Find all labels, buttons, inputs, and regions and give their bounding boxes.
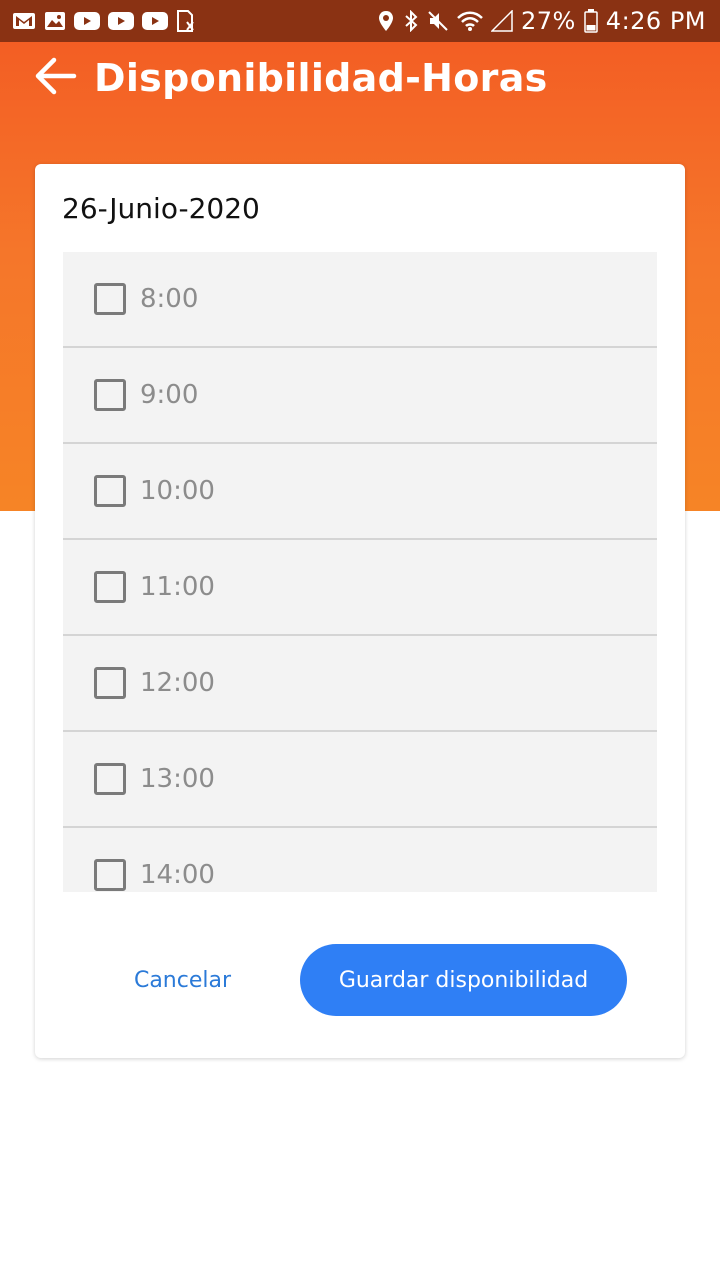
arrow-left-icon [34,56,78,100]
location-icon [377,10,395,32]
battery-icon [584,9,598,33]
time-slot-10-00[interactable]: 10:00 [63,444,657,540]
bluetooth-icon [403,10,419,32]
signal-icon [490,10,513,32]
gmail-icon [12,11,36,31]
mute-icon [427,10,449,32]
youtube-icon [74,11,100,31]
time-slot-11-00[interactable]: 11:00 [63,540,657,636]
page-title: Disponibilidad-Horas [94,56,548,100]
selected-date: 26-Junio-2020 [62,192,260,225]
back-button[interactable] [34,56,78,100]
clock: 4:26 PM [605,7,706,35]
youtube-icon [108,11,134,31]
checkbox[interactable] [94,283,126,315]
checkbox[interactable] [94,571,126,603]
checkbox[interactable] [94,763,126,795]
checkbox[interactable] [94,379,126,411]
checkbox[interactable] [94,859,126,891]
wifi-icon [457,10,483,32]
sim-error-icon [176,10,196,32]
time-slot-8-00[interactable]: 8:00 [63,252,657,348]
notification-icons [12,10,196,32]
status-bar: 27% 4:26 PM [0,0,720,42]
system-status: 27% 4:26 PM [377,7,706,35]
app-bar: Disponibilidad-Horas [0,42,720,114]
time-slot-label: 10:00 [140,476,215,506]
gallery-icon [44,11,66,31]
youtube-icon [142,11,168,31]
battery-percent: 27% [520,7,576,35]
time-slot-label: 12:00 [140,668,215,698]
time-slot-label: 14:00 [140,860,215,890]
checkbox[interactable] [94,475,126,507]
time-slot-12-00[interactable]: 12:00 [63,636,657,732]
screen: 27% 4:26 PM Disponibilidad-Horas 26-Juni… [0,0,720,1280]
time-slot-9-00[interactable]: 9:00 [63,348,657,444]
time-slot-label: 11:00 [140,572,215,602]
time-slot-label: 8:00 [140,284,199,314]
time-slot-list[interactable]: 8:00 9:00 10:00 11:00 12:00 13:00 14:00 [63,252,657,892]
checkbox[interactable] [94,667,126,699]
time-slot-14-00[interactable]: 14:00 [63,828,657,892]
cancel-button[interactable]: Cancelar [125,944,240,1016]
time-slot-13-00[interactable]: 13:00 [63,732,657,828]
time-slot-label: 13:00 [140,764,215,794]
time-slot-label: 9:00 [140,380,199,410]
availability-card: 26-Junio-2020 8:00 9:00 10:00 11:00 12:0… [35,164,685,1058]
save-availability-button[interactable]: Guardar disponibilidad [300,944,627,1016]
